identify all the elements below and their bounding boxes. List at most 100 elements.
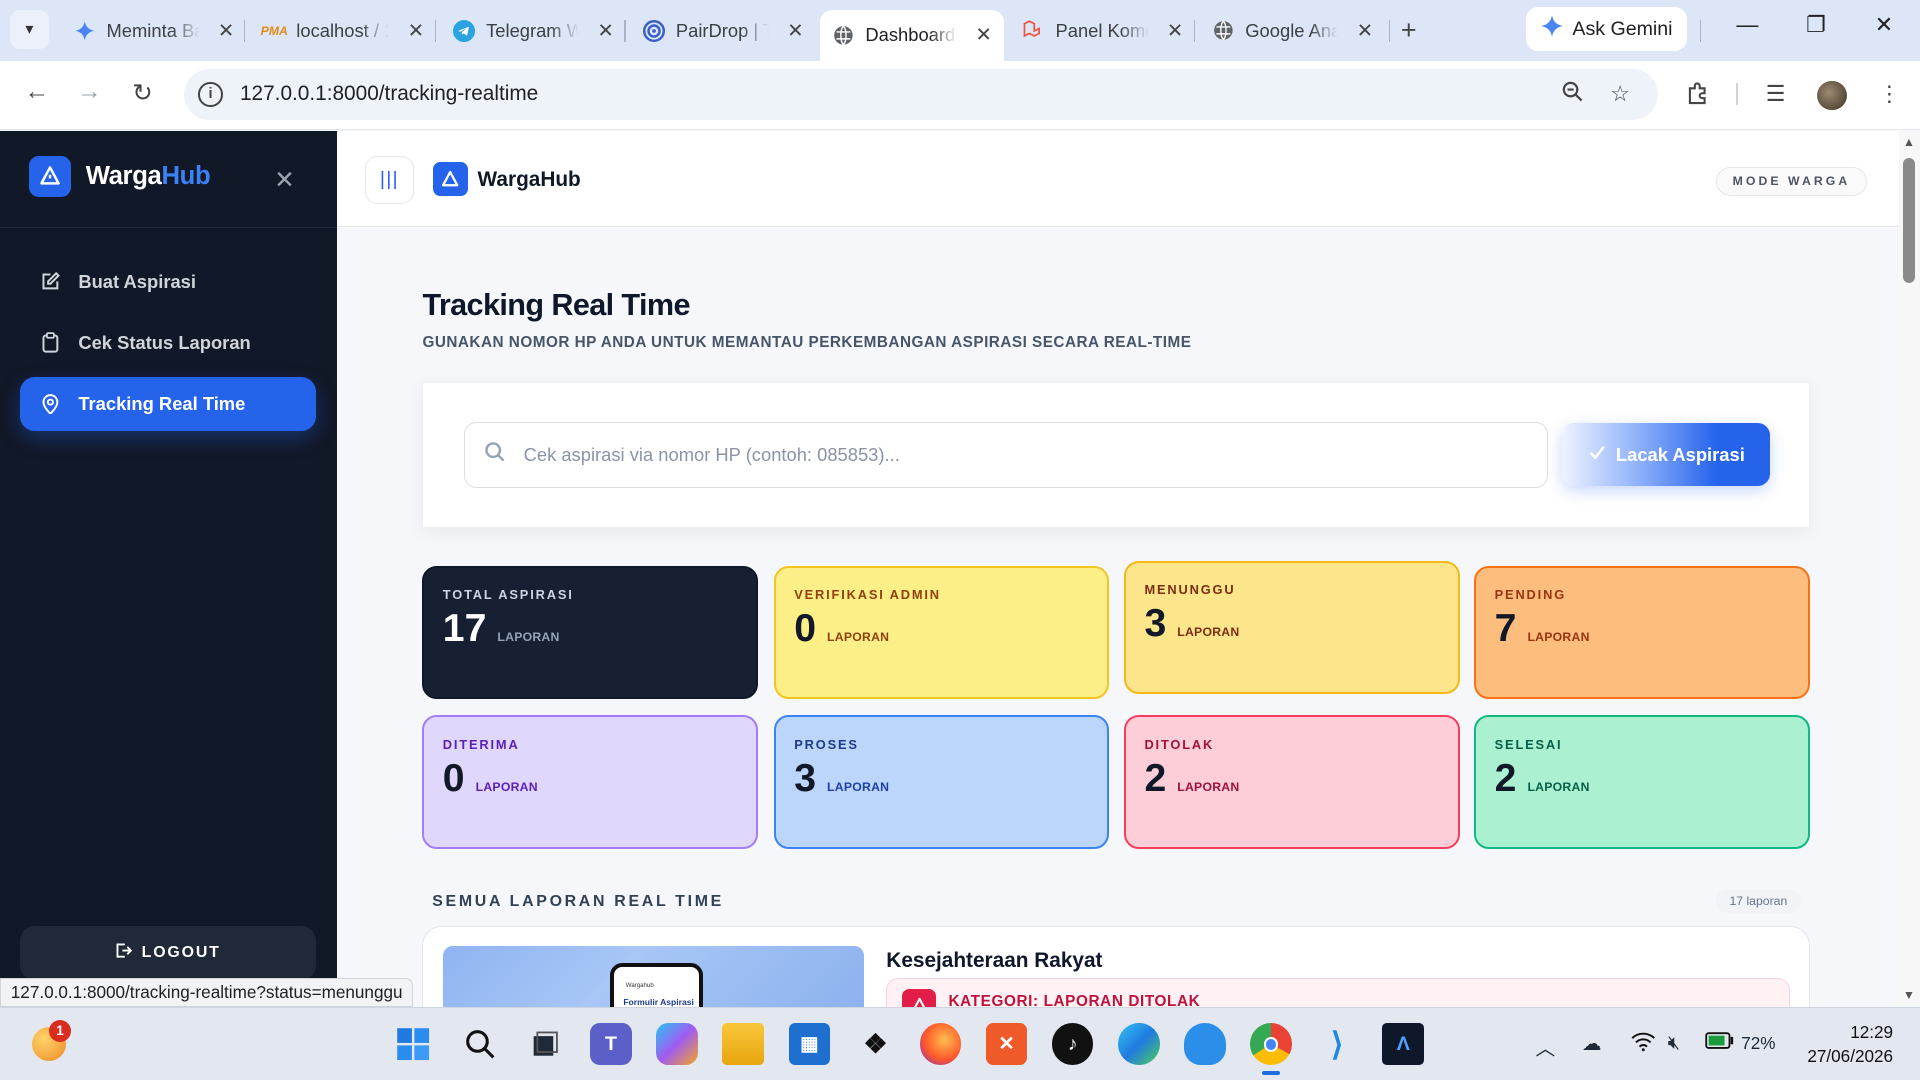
close-tab-icon[interactable]: ✕: [1357, 19, 1373, 43]
volume-muted-icon[interactable]: 🔇︎: [1668, 1032, 1680, 1055]
sidebar-item-tracking[interactable]: Tracking Real Time: [19, 377, 316, 431]
site-info-icon[interactable]: i: [198, 82, 223, 107]
zoom-icon[interactable]: [1562, 81, 1584, 109]
chrome-icon[interactable]: [1250, 1023, 1292, 1075]
close-tab-icon[interactable]: ✕: [218, 19, 234, 43]
cloud-off-icon[interactable]: ☁: [1582, 1032, 1602, 1056]
start-icon[interactable]: [392, 1023, 434, 1065]
teams-icon[interactable]: T: [590, 1023, 632, 1066]
stat-value: 3: [794, 756, 817, 800]
media-controls-icon[interactable]: ☰: [1766, 81, 1786, 107]
telegram-icon: [453, 19, 476, 42]
vscode-icon[interactable]: ⟩: [1316, 1023, 1358, 1065]
stat-label: DITERIMA: [442, 736, 520, 752]
battery-status[interactable]: 72%: [1704, 1032, 1776, 1055]
stat-card-pending[interactable]: PENDING 7 LAPORAN: [1474, 565, 1810, 700]
scroll-down-icon[interactable]: ▼: [1903, 988, 1915, 1002]
wifi-icon[interactable]: [1631, 1032, 1655, 1058]
scrollbar-thumb[interactable]: [1902, 157, 1916, 283]
xampp-icon[interactable]: ✕: [985, 1023, 1028, 1066]
stat-unit: LAPORAN: [827, 630, 890, 645]
copilot-icon[interactable]: [656, 1023, 698, 1066]
task-view-icon[interactable]: [524, 1023, 566, 1065]
file-explorer-icon[interactable]: [722, 1023, 765, 1066]
browser-tab[interactable]: Panel Komunikasi ✕: [1010, 10, 1195, 52]
browser-tab[interactable]: Telegram Web ✕: [441, 10, 626, 52]
stat-card-menunggu[interactable]: MENUNGGU 3 LAPORAN: [1124, 560, 1460, 695]
stat-card-total-aspirasi[interactable]: TOTAL ASPIRASI 17 LAPORAN: [422, 565, 758, 700]
toggle-sidebar-button[interactable]: |||: [364, 155, 414, 205]
close-tab-icon[interactable]: ✕: [1167, 19, 1183, 43]
stat-card-proses[interactable]: PROSES 3 LAPORAN: [773, 715, 1110, 849]
globe-icon: [1212, 20, 1234, 42]
stat-card-diterima[interactable]: DITERIMA 0 LAPORAN: [422, 715, 758, 849]
stat-card-verifikasi-admin[interactable]: VERIFIKASI ADMIN 0 LAPORAN: [773, 565, 1110, 700]
sidebar-item-cek-status[interactable]: Cek Status Laporan: [20, 316, 316, 370]
stat-card-selesai[interactable]: SELESAI 2 LAPORAN: [1474, 715, 1810, 849]
screen: ▾ Meminta Bantuan ✕ PMA localhost / 127.…: [0, 0, 1920, 1080]
phone-search-field[interactable]: [463, 422, 1548, 489]
phone-search-input[interactable]: [523, 444, 1504, 467]
show-hidden-icons-icon[interactable]: ︿: [1536, 1032, 1556, 1061]
cloud-app-icon[interactable]: [1184, 1023, 1226, 1066]
url-text[interactable]: 127.0.0.1:8000/tracking-realtime: [240, 82, 538, 106]
report-thumbnail[interactable]: Wargahub Formulir Aspirasi: [443, 946, 865, 1007]
browser-tab[interactable]: PairDrop | Transfer ✕: [631, 10, 816, 52]
gemini-icon: [1540, 15, 1563, 43]
globe-icon: [833, 24, 855, 46]
close-tab-icon[interactable]: ✕: [787, 19, 803, 43]
close-sidebar-icon[interactable]: ✕: [274, 165, 295, 195]
stat-value: 2: [1144, 756, 1167, 800]
firefox-icon[interactable]: [919, 1023, 962, 1066]
tab-title: Google Analytics: [1245, 19, 1338, 41]
lacak-aspirasi-label: Lacak Aspirasi: [1615, 443, 1745, 465]
report-card[interactable]: Wargahub Formulir Aspirasi Kesejahteraan…: [422, 925, 1810, 1007]
browser-tab[interactable]: Meminta Bantuan ✕: [61, 10, 246, 52]
dropbox-icon[interactable]: ❖: [855, 1023, 897, 1065]
wargahub-logo-icon: [29, 155, 71, 198]
forward-icon[interactable]: →: [77, 78, 101, 106]
browser-tab-active[interactable]: Dashboard ✕: [820, 9, 1005, 62]
browser-tab[interactable]: Google Analytics ✕: [1200, 10, 1385, 52]
scroll-up-icon[interactable]: ▲: [1903, 135, 1915, 149]
ask-gemini-button[interactable]: Ask Gemini: [1525, 7, 1688, 52]
page-scrollbar[interactable]: ▲ ▼: [1899, 131, 1920, 1007]
profile-avatar[interactable]: [1817, 80, 1847, 111]
sidebar-item-buat-aspirasi[interactable]: Buat Aspirasi: [20, 255, 316, 309]
sidebar: WargaHub ✕ Buat Aspirasi Cek Status Lapo…: [0, 131, 337, 1007]
browser-tab[interactable]: PMA localhost / 127.0.0.1 ✕: [251, 10, 436, 52]
minimize-icon[interactable]: —: [1736, 12, 1758, 38]
extensions-icon[interactable]: [1685, 81, 1709, 111]
tiktok-icon[interactable]: ♪: [1051, 1023, 1094, 1066]
tab-search-dropdown-icon[interactable]: ▾: [9, 9, 49, 49]
back-icon[interactable]: ←: [24, 78, 48, 106]
tab-title: Panel Komunikasi: [1055, 19, 1148, 41]
wargahub-logo-icon: [433, 161, 468, 196]
terminal-app-icon[interactable]: Λ: [1382, 1023, 1425, 1066]
sidebar-item-label: Buat Aspirasi: [78, 270, 196, 292]
sidebar-brand[interactable]: WargaHub: [29, 155, 211, 198]
close-tab-icon[interactable]: ✕: [598, 19, 614, 43]
taskbar-search-icon[interactable]: [459, 1023, 501, 1065]
lacak-aspirasi-button[interactable]: Lacak Aspirasi: [1562, 423, 1771, 486]
restore-icon[interactable]: ❐: [1806, 12, 1826, 38]
reload-icon[interactable]: ↻: [132, 78, 153, 108]
close-window-icon[interactable]: ✕: [1875, 12, 1893, 38]
logout-button[interactable]: LOGOUT: [19, 925, 316, 980]
header-brand[interactable]: WargaHub: [478, 168, 581, 192]
stat-unit: LAPORAN: [1177, 779, 1240, 794]
close-tab-icon[interactable]: ✕: [975, 23, 991, 47]
search-icon: [484, 441, 506, 469]
microsoft-store-icon[interactable]: ▦: [788, 1023, 831, 1066]
new-tab-icon[interactable]: +: [1401, 15, 1417, 46]
edge-icon[interactable]: [1117, 1023, 1160, 1066]
browser-menu-icon[interactable]: ⋮: [1878, 81, 1900, 107]
close-tab-icon[interactable]: ✕: [408, 19, 424, 43]
report-title[interactable]: Kesejahteraan Rakyat: [886, 949, 1102, 973]
address-bar[interactable]: i 127.0.0.1:8000/tracking-realtime ☆: [183, 68, 1658, 120]
browser-tab-bar: ▾ Meminta Bantuan ✕ PMA localhost / 127.…: [0, 0, 1920, 62]
clock[interactable]: 12:29 27/06/2026: [1793, 1020, 1893, 1069]
bookmark-star-icon[interactable]: ☆: [1610, 81, 1630, 107]
taskbar: 1 T ▦ ❖ ✕ ♪ ⟩ Λ ︿ ☁ 🔇︎ 72% 12:29 27/06/2…: [0, 1006, 1920, 1080]
stat-card-ditolak[interactable]: DITOLAK 2 LAPORAN: [1124, 715, 1460, 849]
